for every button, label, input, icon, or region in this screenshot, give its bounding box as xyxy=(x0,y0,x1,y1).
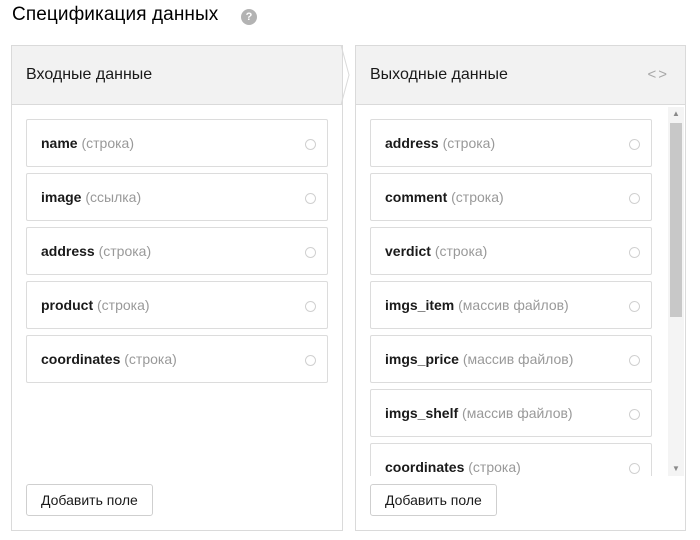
field-type: (ссылка) xyxy=(85,189,142,205)
page-title: Спецификация данных xyxy=(12,4,219,25)
output-data-panel: Выходные данные <> address (строка) comm… xyxy=(355,45,686,531)
field-type: (строка) xyxy=(468,459,521,475)
field-type: (массив файлов) xyxy=(462,405,573,421)
field-name: coordinates xyxy=(41,351,121,367)
radio-circle-icon[interactable] xyxy=(629,247,640,258)
add-output-field-button[interactable]: Добавить поле xyxy=(370,484,497,516)
input-field-address[interactable]: address (строка) xyxy=(26,227,328,275)
field-name: address xyxy=(41,243,95,259)
output-field-imgs-item[interactable]: imgs_item (массив файлов) xyxy=(370,281,652,329)
field-type: (строка) xyxy=(97,297,150,313)
field-type: (строка) xyxy=(98,243,152,259)
field-type: (строка) xyxy=(81,135,134,151)
field-name: verdict xyxy=(385,243,431,259)
field-name: imgs_price xyxy=(385,351,459,367)
input-field-list: name (строка) image (ссылка) address (ст… xyxy=(26,119,328,389)
field-name: image xyxy=(41,189,82,205)
radio-circle-icon[interactable] xyxy=(305,193,316,204)
scroll-down-icon[interactable]: ▼ xyxy=(668,462,684,476)
field-type: (строка) xyxy=(124,351,177,367)
output-field-verdict[interactable]: verdict (строка) xyxy=(370,227,652,275)
input-field-coordinates[interactable]: coordinates (строка) xyxy=(26,335,328,383)
field-name: imgs_shelf xyxy=(385,405,459,421)
vertical-scrollbar[interactable]: ▲ ▼ xyxy=(668,107,684,476)
field-name: product xyxy=(41,297,94,313)
scrollbar-thumb[interactable] xyxy=(670,123,682,317)
field-name: address xyxy=(385,135,439,151)
output-field-address[interactable]: address (строка) xyxy=(370,119,652,167)
radio-circle-icon[interactable] xyxy=(629,193,640,204)
output-field-comment[interactable]: comment (строка) xyxy=(370,173,652,221)
output-field-scroll-area[interactable]: address (строка) comment (строка) verdic… xyxy=(356,106,685,476)
scroll-up-icon[interactable]: ▲ xyxy=(668,107,684,121)
code-icon[interactable]: <> xyxy=(647,66,669,83)
input-panel-header: Входные данные xyxy=(12,46,342,105)
output-panel-header: Выходные данные <> xyxy=(356,46,685,105)
add-input-field-button[interactable]: Добавить поле xyxy=(26,484,153,516)
output-field-imgs-shelf[interactable]: imgs_shelf (массив файлов) xyxy=(370,389,652,437)
field-type: (строка) xyxy=(434,243,488,259)
radio-circle-icon[interactable] xyxy=(629,301,640,312)
input-data-panel: Входные данные name (строка) image (ссыл… xyxy=(11,45,343,531)
radio-circle-icon[interactable] xyxy=(629,355,640,366)
help-icon[interactable]: ? xyxy=(241,9,257,25)
input-field-image[interactable]: image (ссылка) xyxy=(26,173,328,221)
field-type: (массив файлов) xyxy=(458,297,569,313)
radio-circle-icon[interactable] xyxy=(305,355,316,366)
radio-circle-icon[interactable] xyxy=(305,301,316,312)
radio-circle-icon[interactable] xyxy=(629,463,640,474)
field-type: (массив файлов) xyxy=(462,351,574,367)
input-field-name[interactable]: name (строка) xyxy=(26,119,328,167)
input-field-product[interactable]: product (строка) xyxy=(26,281,328,329)
field-type: (строка) xyxy=(442,135,496,151)
output-field-coordinates[interactable]: coordinates (строка) xyxy=(370,443,652,476)
radio-circle-icon[interactable] xyxy=(305,139,316,150)
output-field-list: address (строка) comment (строка) verdic… xyxy=(370,119,652,476)
input-panel-title: Входные данные xyxy=(26,66,153,83)
radio-circle-icon[interactable] xyxy=(305,247,316,258)
field-name: coordinates xyxy=(385,459,465,475)
radio-circle-icon[interactable] xyxy=(629,139,640,150)
radio-circle-icon[interactable] xyxy=(629,409,640,420)
field-type: (строка) xyxy=(451,189,504,205)
output-panel-title: Выходные данные xyxy=(370,66,508,83)
field-name: name xyxy=(41,135,78,151)
field-name: comment xyxy=(385,189,448,205)
field-name: imgs_item xyxy=(385,297,455,313)
output-field-imgs-price[interactable]: imgs_price (массив файлов) xyxy=(370,335,652,383)
